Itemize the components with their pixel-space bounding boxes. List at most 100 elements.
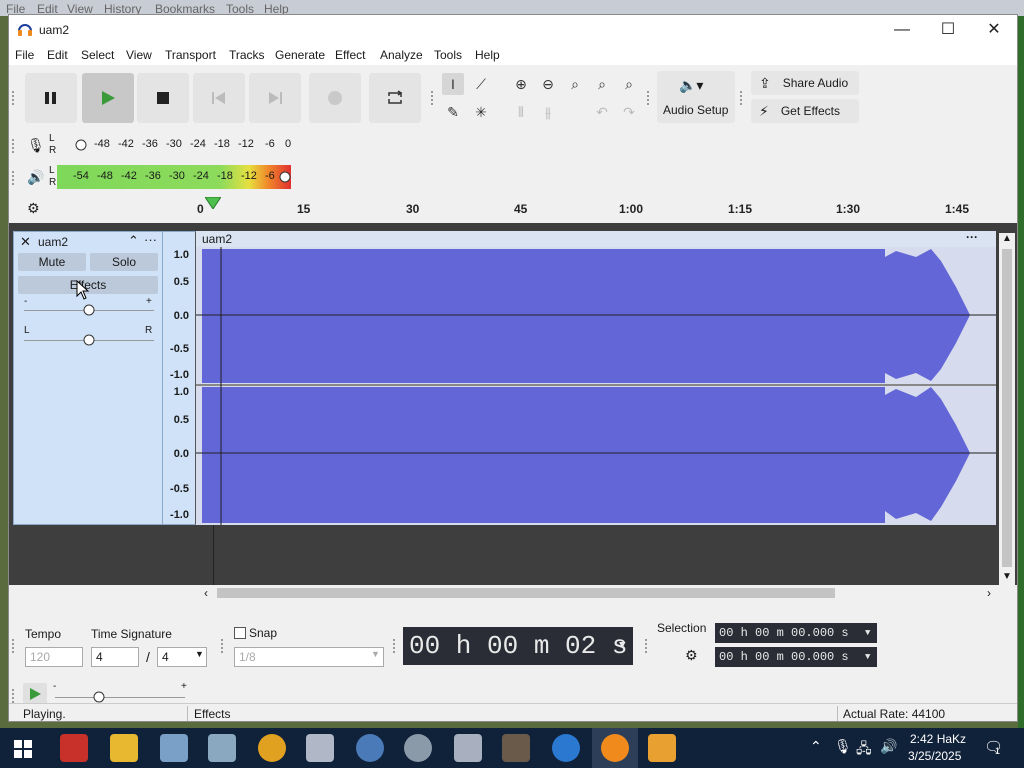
multi-tool-icon[interactable]: ✳ [470,101,492,123]
play-at-speed-button[interactable] [23,683,47,705]
speaker-icon[interactable]: 🔊 [27,169,44,186]
menu-transport[interactable]: Transport [165,48,216,62]
app-taskbar-icon[interactable] [160,734,188,762]
menu-tools[interactable]: Tools [434,48,462,62]
clock-date[interactable]: 3/25/2025 [908,749,961,763]
track-menu-icon[interactable]: ··· [144,232,157,247]
toolbar-grip-icon[interactable] [221,639,225,653]
skip-to-end-button[interactable] [249,73,301,123]
toolbar-grip-icon[interactable] [740,91,744,105]
selection-tool-icon[interactable]: I [442,73,464,95]
play-button[interactable] [82,73,134,123]
redo-icon[interactable]: ↷ [618,101,640,123]
track-control-panel[interactable]: ✕ uam2 ⌃ ··· Mute Solo Effects - + L R [13,231,163,525]
snap-select[interactable]: 1/8 [234,647,384,667]
selection-start-field[interactable]: 00 h 00 m 00.000 s ▼ [715,623,877,643]
zoom-toggle-icon[interactable]: ⌕ [618,73,640,95]
clock-time[interactable]: 2:42 HaKz [910,732,966,746]
audio-setup-button[interactable]: 🔈▾ Audio Setup [657,71,735,123]
scroll-down-icon[interactable]: ▼ [1002,571,1012,582]
chevron-down-icon[interactable]: ▼ [619,627,626,665]
time-display[interactable]: 00 h 00 m 02 s ▼ [403,627,633,665]
app-taskbar-icon[interactable] [648,734,676,762]
loop-button[interactable] [369,73,421,123]
horizontal-scroll-thumb[interactable] [217,588,835,598]
stop-button[interactable] [137,73,189,123]
microphone-tray-icon[interactable]: 🎙 [834,738,852,755]
internet-explorer-icon[interactable] [552,734,580,762]
app-taskbar-icon[interactable] [454,734,482,762]
file-explorer-icon[interactable] [110,734,138,762]
selection-settings-gear-icon[interactable]: ⚙ [685,647,698,664]
app-taskbar-icon[interactable] [404,734,432,762]
menu-help[interactable]: Help [475,48,500,62]
menu-analyze[interactable]: Analyze [380,48,423,62]
snap-checkbox[interactable] [234,627,246,639]
app-taskbar-icon[interactable] [208,734,236,762]
clip-menu-icon[interactable]: ··· [966,230,978,244]
waveform[interactable] [196,247,996,525]
playhead-marker-icon[interactable] [205,197,221,209]
minimize-button[interactable]: — [879,15,925,45]
active-taskbar-slot[interactable] [592,728,638,768]
timeline-ruler[interactable]: ⚙ 0 15 30 45 1:00 1:15 1:30 1:45 [9,195,1017,223]
zoom-out-icon[interactable]: ⊖ [537,73,559,95]
menu-edit[interactable]: Edit [47,48,68,62]
speed-slider-handle-icon[interactable] [93,691,105,703]
selection-end-field[interactable]: 00 h 00 m 00.000 s ▼ [715,647,877,667]
chevron-down-icon[interactable]: ▼ [865,647,870,667]
volume-icon[interactable]: 🔊 [880,738,897,755]
app-taskbar-icon[interactable] [306,734,334,762]
timeline-settings-gear-icon[interactable]: ⚙ [27,200,40,217]
pan-slider-handle-icon[interactable] [83,334,95,346]
solo-button[interactable]: Solo [90,253,158,271]
share-audio-button[interactable]: ⇪ Share Audio [751,71,859,95]
vertical-scroll-thumb[interactable] [1002,249,1012,567]
toolbar-grip-icon[interactable] [647,91,651,105]
toolbar-grip-icon[interactable] [431,91,435,105]
menu-tracks[interactable]: Tracks [229,48,265,62]
windows-start-icon[interactable] [14,740,32,758]
skip-to-start-button[interactable] [193,73,245,123]
toolbar-grip-icon[interactable] [12,91,16,105]
show-hidden-icons-icon[interactable]: ⌃ [810,738,822,755]
toolbar-grip-icon[interactable] [12,139,16,153]
fit-selection-icon[interactable]: ⌕ [564,73,586,95]
toolbar-grip-icon[interactable] [12,171,16,185]
draw-tool-icon[interactable]: ✎ [442,101,464,123]
menu-effect[interactable]: Effect [335,48,365,62]
amplitude-scale[interactable]: 1.0 0.5 0.0 -0.5 -1.0 1.0 0.5 0.0 -0.5 -… [163,231,196,525]
collapse-track-icon[interactable]: ⌃ [128,233,139,249]
scroll-right-icon[interactable]: › [987,586,991,600]
close-button[interactable]: ✕ [971,15,1017,45]
zoom-in-icon[interactable]: ⊕ [510,73,532,95]
network-icon[interactable]: 🖧 [856,738,872,762]
audio-clip[interactable]: uam2 ··· [196,230,996,525]
clip-header[interactable]: uam2 ··· [196,230,996,247]
time-signature-numerator-field[interactable]: 4 [91,647,139,667]
toolbar-grip-icon[interactable] [645,639,649,653]
chrome-icon[interactable] [258,734,286,762]
menu-select[interactable]: Select [81,48,114,62]
menu-file[interactable]: File [15,48,34,62]
undo-icon[interactable]: ↶ [591,101,613,123]
fit-project-icon[interactable]: ⌕ [591,73,613,95]
envelope-tool-icon[interactable]: ⟋ [470,73,492,95]
gain-slider-handle-icon[interactable] [83,304,95,316]
mute-button[interactable]: Mute [18,253,86,271]
scroll-left-icon[interactable]: ‹ [204,586,208,600]
get-effects-button[interactable]: ⚡ Get Effects [751,99,859,123]
playback-speed-slider[interactable] [55,697,185,698]
gimp-icon[interactable] [502,734,530,762]
record-meter[interactable]: -48 -42 -36 -30 -24 -18 -12 -6 0 [57,133,291,157]
tempo-field[interactable]: 120 [25,647,83,667]
menu-generate[interactable]: Generate [275,48,325,62]
chevron-down-icon[interactable]: ▼ [865,623,870,643]
toolbar-grip-icon[interactable] [12,689,16,703]
app-taskbar-icon[interactable] [60,734,88,762]
trim-outside-icon[interactable]: ⫴ [510,101,532,123]
close-track-icon[interactable]: ✕ [20,234,31,250]
record-button[interactable] [309,73,361,123]
notification-icon[interactable]: 🗨 [984,738,1003,756]
microphone-icon[interactable]: 🎙 [27,137,45,154]
